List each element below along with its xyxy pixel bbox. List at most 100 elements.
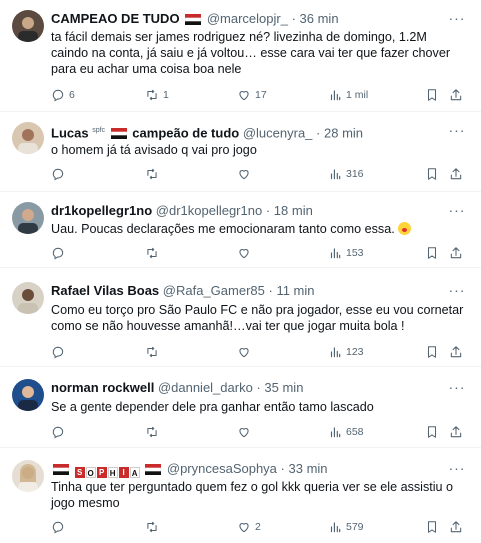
share-button[interactable] [449,86,467,104]
views-button[interactable]: 658 [328,423,364,441]
avatar[interactable] [12,10,44,42]
bookmark-button[interactable] [425,423,443,441]
reply-icon [51,425,65,439]
tweet-text: Uau. Poucas declarações me emocionaram t… [51,222,395,236]
bookmark-button[interactable] [425,86,443,104]
avatar[interactable] [12,379,44,411]
tweet-header: S O P H I A @pryncesaSophya · 33 min [51,460,443,478]
more-horizontal-icon[interactable]: ··· [447,283,467,302]
view-count: 123 [346,346,364,358]
action-bar: 6 1 17 1 mil [51,86,469,104]
reply-button[interactable] [51,343,69,361]
tweet[interactable]: Rafael Vilas Boas @Rafa_Gamer85 · 11 min… [0,268,481,367]
bookmark-button[interactable] [425,343,443,361]
timestamp[interactable]: 35 min [264,380,303,395]
name-letter: I [118,467,129,478]
views-button[interactable]: 1 mil [328,86,368,104]
handle[interactable]: @lucenyra_ [243,125,313,140]
handle[interactable]: @Rafa_Gamer85 [163,283,265,298]
timestamp[interactable]: 28 min [324,125,363,140]
action-bar: 153 [51,244,469,262]
retweet-button[interactable] [145,244,163,262]
share-icon [449,425,463,439]
display-name-letters[interactable]: S O P H I A [74,467,140,478]
handle[interactable]: @dr1kopellegr1no [156,203,262,218]
tweet-body: Uau. Poucas declarações me emocionaram t… [51,221,465,237]
reply-button[interactable] [51,165,69,183]
avatar[interactable] [12,202,44,234]
tweet-header: CAMPEAO DE TUDO @marcelopjr_ · 36 min [51,10,443,28]
separator: · [268,283,273,298]
views-button[interactable]: 316 [328,165,364,183]
reply-icon [51,345,65,359]
view-count: 579 [346,521,364,533]
display-name[interactable]: CAMPEAO DE TUDO [51,11,180,26]
views-button[interactable]: 123 [328,343,364,361]
retweet-button[interactable] [145,343,163,361]
action-bar: 316 [51,165,469,183]
separator: · [280,461,285,476]
timestamp[interactable]: 33 min [289,461,328,476]
tweet[interactable]: norman rockwell @danniel_darko · 35 min … [0,367,481,448]
share-button[interactable] [449,244,467,262]
avatar[interactable] [12,122,44,154]
display-name[interactable]: Rafael Vilas Boas [51,283,159,298]
display-name[interactable]: norman rockwell [51,380,154,395]
retweet-button[interactable]: 1 [145,86,169,104]
more-horizontal-icon[interactable]: ··· [447,461,467,480]
handle[interactable]: @marcelopjr_ [207,11,288,26]
share-button[interactable] [449,343,467,361]
share-icon [449,345,463,359]
retweet-button[interactable] [145,423,163,441]
display-name[interactable]: Lucas [51,125,89,140]
retweet-button[interactable] [145,165,163,183]
more-horizontal-icon[interactable]: ··· [447,203,467,222]
like-button[interactable] [237,343,255,361]
reply-button[interactable] [51,423,69,441]
tweet[interactable]: S O P H I A @pryncesaSophya · 33 min ···… [0,448,481,543]
display-name[interactable]: dr1kopellegr1no [51,203,152,218]
timestamp[interactable]: 11 min [276,283,314,298]
tweet[interactable]: Lucas spfc campeão de tudo @lucenyra_ · … [0,112,481,192]
bookmark-button[interactable] [425,244,443,262]
tweet[interactable]: dr1kopellegr1no @dr1kopellegr1no · 18 mi… [0,192,481,268]
timestamp[interactable]: 18 min [274,203,313,218]
bookmark-button[interactable] [425,165,443,183]
reply-button[interactable]: 6 [51,86,75,104]
timestamp[interactable]: 36 min [300,11,339,26]
retweet-button[interactable] [145,518,163,536]
avatar[interactable] [12,282,44,314]
share-button[interactable] [449,423,467,441]
like-button[interactable] [237,244,255,262]
like-button[interactable]: 17 [237,86,267,104]
share-button[interactable] [449,518,467,536]
retweet-icon [145,88,159,102]
reply-button[interactable] [51,244,69,262]
bookmark-icon [425,246,439,260]
tweet-header: norman rockwell @danniel_darko · 35 min [51,379,443,397]
retweet-icon [145,520,159,534]
avatar[interactable] [12,460,44,492]
bookmark-button[interactable] [425,518,443,536]
handle[interactable]: @pryncesaSophya [167,461,277,476]
action-bar: 658 [51,423,469,441]
reply-button[interactable] [51,518,69,536]
share-button[interactable] [449,165,467,183]
retweet-icon [145,167,159,181]
more-horizontal-icon[interactable]: ··· [447,123,467,142]
name-letter: S [74,467,85,478]
like-button[interactable]: 2 [237,518,261,536]
more-horizontal-icon[interactable]: ··· [447,11,467,30]
tweet[interactable]: CAMPEAO DE TUDO @marcelopjr_ · 36 min ··… [0,0,481,112]
views-button[interactable]: 153 [328,244,364,262]
heart-icon [237,425,251,439]
handle[interactable]: @danniel_darko [158,380,253,395]
like-button[interactable] [237,165,255,183]
like-button[interactable] [237,423,255,441]
reply-icon [51,520,65,534]
views-button[interactable]: 579 [328,518,364,536]
retweet-icon [145,246,159,260]
more-horizontal-icon[interactable]: ··· [447,380,467,399]
view-count: 316 [346,168,364,180]
tweet-text: o homem já tá avisado q vai pro jogo [51,143,257,157]
